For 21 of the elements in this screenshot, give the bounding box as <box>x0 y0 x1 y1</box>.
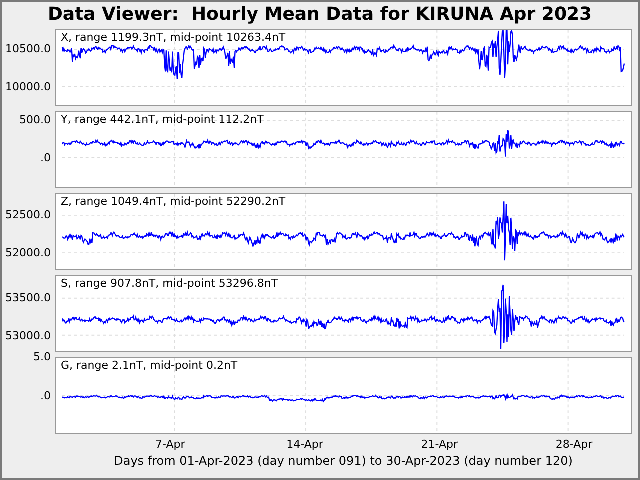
trace-label: S, range 907.8nT, mid-point 53296.8nT <box>61 277 278 290</box>
x-tick-label: 21-Apr <box>421 438 458 451</box>
window-title: Data Viewer: Hourly Mean Data for KIRUNA Apr 2023 <box>46 3 594 27</box>
y-tick-label: 52000.0 <box>6 246 51 260</box>
y-tick-label: 5.0 <box>34 350 51 364</box>
y-tick-label: 53500.0 <box>6 292 51 304</box>
x-tick-label: 28-Apr <box>556 438 593 451</box>
y-tick-label: 10000.0 <box>6 80 51 94</box>
y-tick-label: 52500.0 <box>6 208 51 222</box>
y-tick-label: 500.0 <box>20 114 51 126</box>
y-tick-label: .0 <box>40 390 51 402</box>
trace-label: X, range 1199.3nT, mid-point 10263.4nT <box>61 31 286 44</box>
trace-label: G, range 2.1nT, mid-point 0.2nT <box>61 359 238 372</box>
trace-label: Z, range 1049.4nT, mid-point 52290.2nT <box>61 195 286 208</box>
y-tick-label: .0 <box>40 152 51 164</box>
x-tick-label: 7-Apr <box>156 438 186 451</box>
trace-label: Y, range 442.1nT, mid-point 112.2nT <box>61 113 264 126</box>
y-tick-label: 53000.0 <box>6 330 51 342</box>
y-tick-label: 10500.0 <box>6 42 51 56</box>
x-axis-label: Days from 01-Apr-2023 (day number 091) to 30-Apr-2023 (day number 120) <box>113 454 574 468</box>
x-tick-label: 14-Apr <box>286 438 324 451</box>
